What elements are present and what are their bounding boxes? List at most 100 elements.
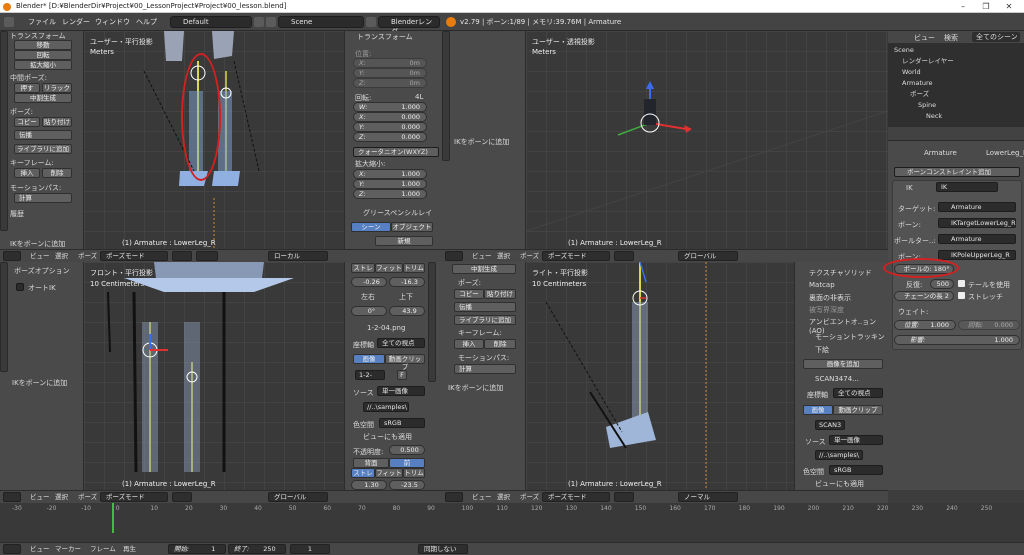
scale-x-field[interactable]: X: 1.000 xyxy=(353,169,427,179)
loc-z-field[interactable]: Z: 0m xyxy=(353,78,427,88)
paste-pose-button[interactable]: 貼り付け xyxy=(42,117,72,127)
dof-checkbox[interactable]: 被写界深度 xyxy=(809,305,844,315)
flip-x-label[interactable]: 左右 xyxy=(361,292,375,302)
ik-operator-panel[interactable]: IKをボーンに追加 xyxy=(454,137,509,147)
outliner-item[interactable]: Armature xyxy=(888,78,1024,89)
calculate-path-button[interactable]: 計算 xyxy=(14,193,72,203)
colorspace-select[interactable]: sRGB xyxy=(829,465,883,475)
trim-button[interactable]: トリム xyxy=(403,263,425,273)
tool-tabs[interactable] xyxy=(428,262,436,382)
ik-operator-panel[interactable]: IKをボーンに追加 xyxy=(10,239,65,249)
add-bone-constraint-select[interactable]: ボーンコンストレイント追加 xyxy=(894,167,1020,177)
tool-tabs[interactable] xyxy=(442,31,450,161)
offset-y-field-2[interactable]: -23.5 xyxy=(389,480,425,490)
image-tab[interactable]: 画像 xyxy=(353,354,385,364)
coord-select[interactable]: 全ての視点 xyxy=(833,388,883,398)
motion-tracking-header[interactable]: モーショントラッキン xyxy=(815,332,885,342)
timeline[interactable]: -30 -20 -10 0 10 20 30 40 50 60 70 80 90 100 110 120 130… xyxy=(0,503,1024,542)
sync-select[interactable]: 同期しない xyxy=(418,544,468,554)
pose-menu[interactable]: ポーズ xyxy=(78,252,97,261)
copy-pose-button[interactable]: コピー xyxy=(14,117,40,127)
iterations-field[interactable]: 500 xyxy=(930,279,954,289)
rotation-field[interactable]: 0° xyxy=(351,306,387,316)
copy-pose-button[interactable]: コピー xyxy=(454,289,484,299)
influence-field[interactable]: 影響: 1.000 xyxy=(894,335,1020,345)
tool-tabs[interactable] xyxy=(0,31,8,231)
insert-key-button[interactable]: 挿入 xyxy=(454,339,484,349)
filepath-field[interactable]: //..\samples\ xyxy=(363,402,409,412)
backface-culling-checkbox[interactable]: 裏面の非表示 xyxy=(809,293,851,303)
timeline-view-menu[interactable]: ビュー xyxy=(30,545,50,554)
select-menu[interactable]: 選択 xyxy=(497,252,510,261)
menu-help[interactable]: ヘルプ xyxy=(136,16,157,28)
editor-type-icon[interactable] xyxy=(3,251,21,261)
background-images-header[interactable]: 下絵 xyxy=(815,345,829,355)
outliner-filter-select[interactable]: 全てのシーン xyxy=(972,32,1020,42)
stretch-button-2[interactable]: ストレ xyxy=(351,468,375,478)
timeline-marker-menu[interactable]: マーカー xyxy=(55,545,81,554)
fit-button-2[interactable]: フィット xyxy=(375,468,403,478)
outliner-search-menu[interactable]: 検索 xyxy=(944,33,958,43)
viewport-top-left[interactable]: ユーザー・平行投影 Meters (1) Armature : LowerLeg… xyxy=(84,31,344,249)
view-menu[interactable]: ビュー xyxy=(472,493,492,502)
gp-scene-tab[interactable]: シーン xyxy=(351,222,391,232)
delete-key-button[interactable]: 削除 xyxy=(42,168,72,178)
pivot-select[interactable] xyxy=(196,251,218,261)
close-button[interactable]: ✕ xyxy=(998,0,1020,13)
use-tail-checkbox[interactable] xyxy=(958,280,965,287)
minimize-button[interactable]: – xyxy=(952,0,974,13)
offset-x-field-2[interactable]: 1.30 xyxy=(351,480,387,490)
matcap-checkbox[interactable]: Matcap xyxy=(809,281,835,289)
editor-type-icon[interactable] xyxy=(3,492,21,502)
opacity-field[interactable]: 0.500 xyxy=(389,445,425,455)
rot-x-field[interactable]: X: 0.000 xyxy=(353,112,427,122)
select-menu[interactable]: 選択 xyxy=(55,252,68,261)
remove-layout-icon[interactable] xyxy=(266,17,276,27)
autoik-checkbox[interactable] xyxy=(16,283,24,291)
viewport-bottom-left[interactable]: フロント・平行投影 10 Centimeters (1) Armature : … xyxy=(84,262,344,490)
target-field[interactable]: Armature xyxy=(938,202,1016,212)
orientation-select[interactable]: グローバル xyxy=(268,492,328,502)
back-button[interactable]: 背面 xyxy=(353,458,389,468)
add-library-button[interactable]: ライブラリに追加 xyxy=(454,315,516,325)
view-transform-checkbox[interactable]: ビューにも適用 xyxy=(815,479,864,489)
outliner-item[interactable]: Neck xyxy=(888,111,1024,122)
editor-type-icon[interactable] xyxy=(3,544,21,554)
rot-y-field[interactable]: Y: 0.000 xyxy=(353,122,427,132)
rotation-mode-short[interactable]: 4L xyxy=(415,93,423,101)
relax-button[interactable]: リラックス xyxy=(42,83,72,100)
pose-menu[interactable]: ポーズ xyxy=(520,252,539,261)
fit-button[interactable]: フィット xyxy=(375,263,403,273)
texture-solid-checkbox[interactable]: テクスチャソリッド xyxy=(809,268,872,278)
pose-menu[interactable]: ポーズ xyxy=(78,493,97,502)
offset-x-field[interactable]: -0.26 xyxy=(351,277,387,287)
editor-type-icon[interactable] xyxy=(445,492,463,502)
size-field[interactable]: 43.9 xyxy=(389,306,425,316)
shading-select[interactable] xyxy=(172,251,192,261)
image-name-field[interactable]: 1-2- xyxy=(355,370,385,380)
image-tab[interactable]: 画像 xyxy=(803,405,833,415)
ik-operator-panel[interactable]: IKをボーンに追加 xyxy=(12,378,67,388)
coord-select[interactable]: 全ての視点 xyxy=(377,338,425,348)
grease-pencil-panel-header[interactable]: グリースペンシルレイ xyxy=(363,208,432,218)
movie-clip-tab[interactable]: 動画クリップ xyxy=(833,405,883,415)
orientation-select[interactable]: ローカル xyxy=(268,251,328,261)
history-panel-header[interactable]: 履歴 xyxy=(10,209,24,219)
menu-file[interactable]: ファイル xyxy=(28,16,56,28)
menu-render[interactable]: レンダー xyxy=(62,16,90,28)
loc-x-field[interactable]: X: 0m xyxy=(353,58,427,68)
paste-pose-button[interactable]: 貼り付け xyxy=(484,289,516,299)
fake-user-button[interactable]: F xyxy=(397,370,407,380)
menu-window[interactable]: ウィンドウ xyxy=(95,16,130,28)
loc-y-field[interactable]: Y: 0m xyxy=(353,68,427,78)
bg-image-name[interactable]: SCAN3474... xyxy=(815,375,859,383)
add-library-button[interactable]: ライブラリに追加 xyxy=(14,144,72,154)
move-button[interactable]: 移動 xyxy=(14,40,72,50)
shading-select[interactable] xyxy=(614,492,634,502)
tool-tabs[interactable] xyxy=(0,262,8,372)
timeline-frame-menu[interactable]: フレーム xyxy=(90,545,116,554)
add-scene-icon[interactable] xyxy=(366,17,376,27)
calculate-path-button[interactable]: 計算 xyxy=(454,364,516,374)
constraint-name-field[interactable]: IK xyxy=(936,182,998,192)
start-frame-field[interactable]: 開始: 1 xyxy=(168,544,226,554)
